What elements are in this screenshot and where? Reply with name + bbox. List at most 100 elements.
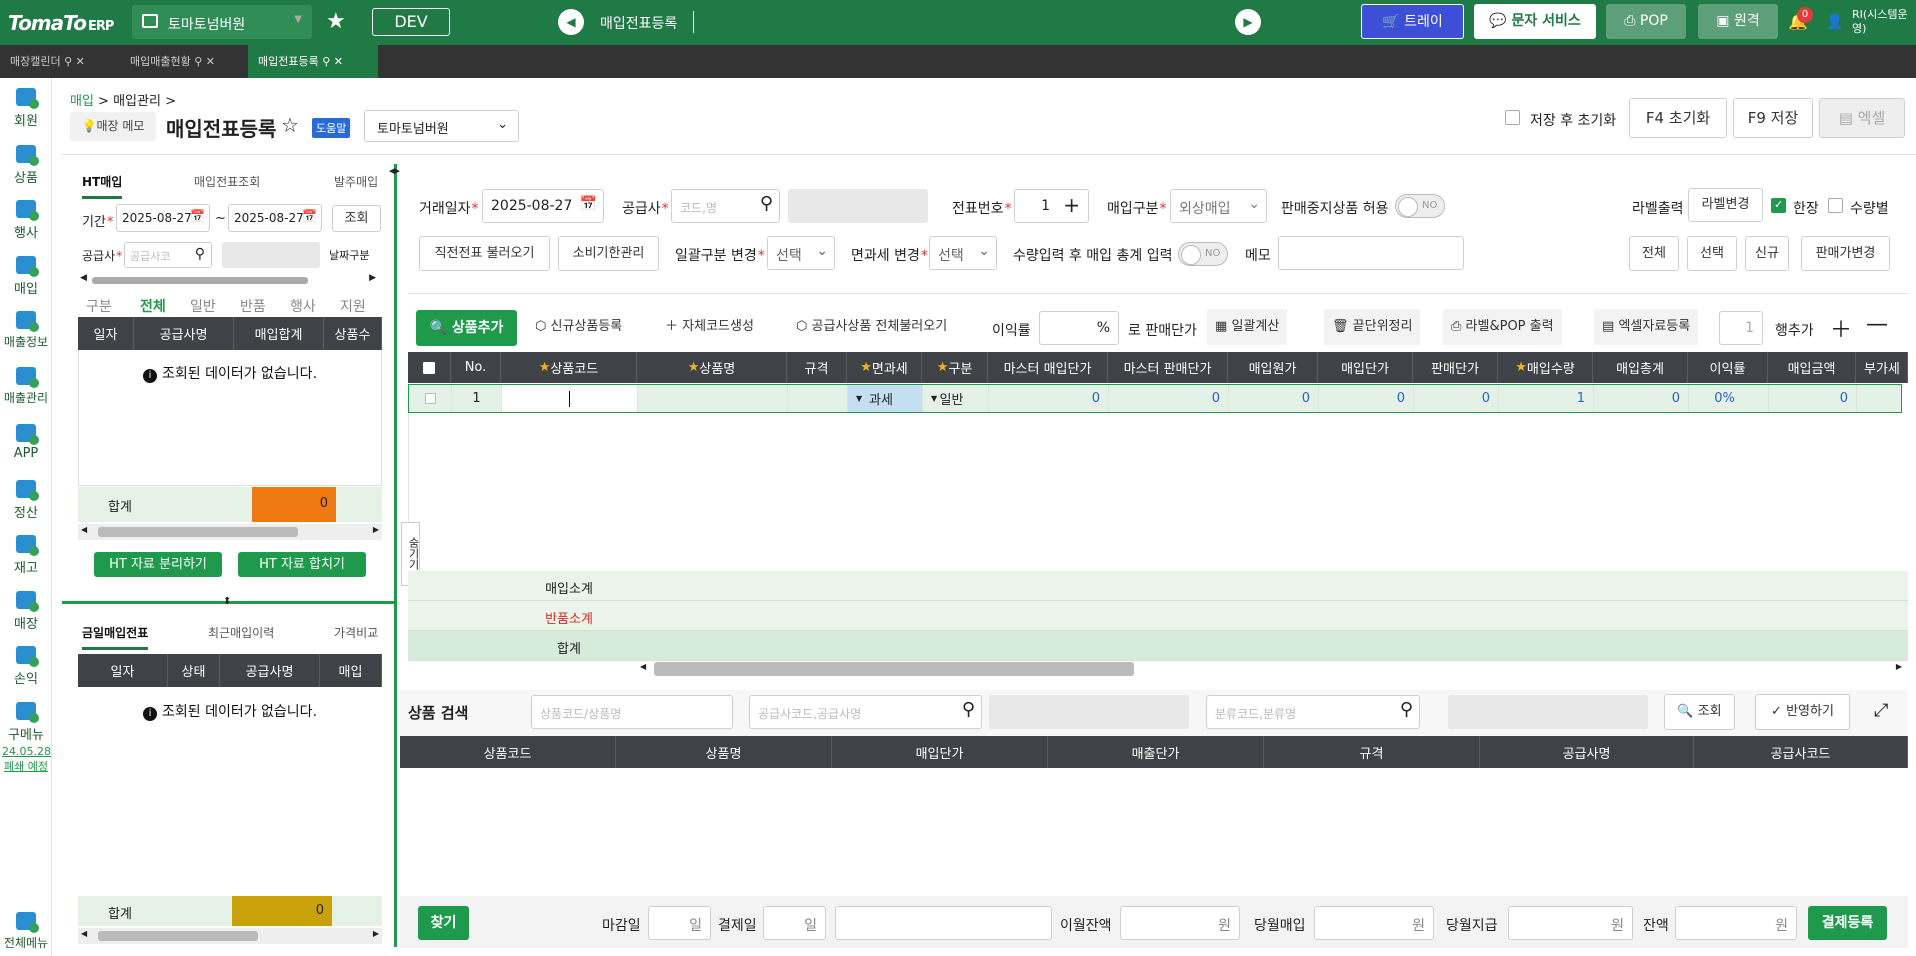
month-pay-input[interactable]: 원 — [1508, 906, 1633, 940]
col-sell-price[interactable]: 매출단가 — [1048, 736, 1264, 768]
settle-register-button[interactable]: 결제등록 — [1808, 906, 1887, 940]
sidenav-item-stock[interactable]: 재고 — [0, 535, 52, 576]
col-supplier[interactable]: 공급사명 — [220, 654, 320, 687]
row-checkbox[interactable] — [409, 385, 452, 412]
filter-all[interactable]: 전체 — [140, 296, 166, 316]
left-table2-scrollbar[interactable]: ◀ ▶ — [78, 928, 382, 944]
qty-total-toggle[interactable]: NO — [1178, 242, 1228, 266]
favorite-icon[interactable]: ☆ — [281, 113, 299, 137]
col-supplier-name[interactable]: 공급사명 — [1480, 736, 1694, 768]
tab-price-compare[interactable]: 가격비교 — [334, 624, 378, 641]
sidenav-item-old-menu[interactable]: 구메뉴 — [0, 702, 52, 743]
find-button[interactable]: 찾기 — [418, 906, 469, 940]
label-pop-button[interactable]: ⎙ 라벨&POP 출력 — [1443, 309, 1562, 345]
bulk-calc-button[interactable]: ▦ 일괄계산 — [1207, 309, 1288, 345]
tray-button[interactable]: 🛒 트레이 — [1361, 4, 1464, 39]
ht-merge-button[interactable]: HT 자료 합치기 — [238, 552, 366, 577]
col-date[interactable]: 일자 — [78, 654, 168, 687]
left-table-scrollbar[interactable]: ◀ ▶ — [78, 524, 382, 540]
f4-reset-button[interactable]: F4 초기화 — [1629, 98, 1727, 138]
sidenav-item-app[interactable]: APP — [0, 424, 52, 461]
sidenav-item-member[interactable]: 회원 — [0, 88, 52, 129]
help-badge[interactable]: 도움말 — [312, 118, 351, 138]
pay-day-input[interactable]: 일 — [763, 906, 826, 940]
tab-ht-purchase[interactable]: HT매입 — [82, 173, 123, 199]
supplier-code-input[interactable]: 코드,명 ⚲ — [671, 189, 780, 223]
grid-row[interactable]: 1 ▼ 과세 ▼ 일반 0 0 0 0 0 1 0 0% 0 — [408, 384, 1902, 413]
col-supplier[interactable]: 공급사명 — [134, 317, 234, 350]
select-all-checkbox[interactable] — [408, 352, 451, 383]
remote-button[interactable]: ▣ 원격 — [1698, 4, 1778, 39]
supplier-search-input[interactable]: 공급사코드,공급사명 ⚲ — [749, 695, 982, 729]
tab-today-slip[interactable]: 금일매입전표 — [82, 624, 149, 650]
cleanup-button[interactable]: 🗑 끝단위정리 — [1324, 309, 1421, 345]
col-spec[interactable]: 규격 — [1264, 736, 1480, 768]
search-icon[interactable]: ⚲ — [962, 699, 975, 720]
balance-input[interactable]: 원 — [1675, 906, 1797, 940]
grid-scrollbar[interactable]: ◀ ▶ — [640, 661, 1902, 677]
date-to-input[interactable]: 2025-08-27 📅 — [228, 204, 322, 232]
app-logo[interactable]: TomaTo ERP — [8, 11, 114, 35]
sms-service-button[interactable]: 💬 문자 서비스 — [1474, 4, 1596, 39]
tab-store-calendar[interactable]: 매장캘린더 ⚲ ✕ — [0, 45, 118, 78]
filter-normal[interactable]: 일반 — [190, 296, 216, 316]
col-status[interactable]: 상태 — [168, 654, 220, 687]
store-select[interactable]: 토마토넘버원 ⌄ — [364, 110, 519, 142]
carry-balance-input[interactable]: 원 — [1120, 906, 1240, 940]
sidenav-item-purchase[interactable]: 매입 — [0, 256, 52, 297]
col-tax-type[interactable]: ★ 면과세 — [847, 352, 922, 383]
spec-cell[interactable] — [788, 385, 848, 412]
amount-cell[interactable]: 0 — [1769, 385, 1857, 412]
back-icon[interactable]: ◀ — [558, 9, 584, 35]
close-day-input[interactable]: 일 — [648, 906, 711, 940]
margin-cell[interactable]: 0% — [1689, 385, 1769, 412]
left-search-button[interactable]: 조회 — [332, 205, 381, 232]
select-button[interactable]: 선택 — [1687, 236, 1737, 271]
sidenav-item-event[interactable]: 행사 — [0, 200, 52, 241]
sidenav-item-sales-info[interactable]: 매출정보 — [0, 311, 52, 350]
filter-event[interactable]: 행사 — [290, 296, 316, 316]
tab-purchase-slip[interactable]: 매입전표등록 ⚲ ✕ — [248, 45, 378, 78]
user-icon[interactable]: 👤 — [1826, 14, 1843, 30]
col-qty[interactable]: ★ 매입수량 — [1498, 352, 1593, 383]
search-icon[interactable]: ⚲ — [1400, 699, 1413, 720]
sidenav-item-product[interactable]: 상품 — [0, 145, 52, 186]
cost-cell[interactable]: 0 — [1229, 385, 1319, 412]
close-icon[interactable]: ✕ — [76, 55, 85, 68]
filter-support[interactable]: 지원 — [340, 296, 366, 316]
add-row-plus-icon[interactable]: ＋ — [1830, 312, 1852, 344]
tab-slip-lookup[interactable]: 매입전표조회 — [194, 173, 260, 190]
col-spec[interactable]: 규격 — [787, 352, 847, 383]
allow-stop-toggle[interactable]: NO — [1395, 194, 1445, 218]
all-button[interactable]: 전체 — [1629, 236, 1679, 271]
master-buy-cell[interactable]: 0 — [989, 385, 1109, 412]
breadcrumb-purchase-manage[interactable]: 매입관리 — [113, 94, 161, 109]
price-change-button[interactable]: 판매가변경 — [1801, 236, 1890, 271]
per-qty-checkbox[interactable] — [1828, 198, 1843, 213]
margin-input[interactable]: % — [1039, 311, 1119, 345]
slip-no-input[interactable]: 1 + — [1014, 189, 1089, 223]
category-search-input[interactable]: 분류코드,분류명 ⚲ — [1206, 695, 1420, 729]
product-code-cell[interactable] — [502, 385, 638, 412]
tab-order-purchase[interactable]: 발주매입 — [334, 173, 378, 190]
product-search-button[interactable]: 🔍 조회 — [1664, 694, 1735, 730]
expand-icon[interactable]: ⤢ — [1874, 700, 1888, 721]
kind-cell[interactable]: ▼ 일반 — [923, 385, 989, 412]
collapse-arrow-icon[interactable]: ◂▸ — [389, 164, 400, 177]
col-date[interactable]: 일자 — [78, 317, 134, 350]
resize-handle-icon[interactable]: ⬍ — [223, 596, 231, 607]
pop-button[interactable]: ⎙ POP — [1606, 4, 1686, 39]
col-buy-price[interactable]: 매입단가 — [1318, 352, 1413, 383]
play-icon[interactable]: ▶ — [1235, 9, 1261, 35]
bulk-type-select[interactable]: 선택 ⌄ — [767, 236, 835, 270]
tax-type-cell[interactable]: ▼ 과세 — [848, 385, 923, 412]
row-count-input[interactable]: 1 — [1719, 311, 1763, 345]
sidenav-item-sales-manage[interactable]: 매출관리 — [0, 367, 52, 406]
f9-save-button[interactable]: F9 저장 — [1733, 98, 1813, 138]
col-cost[interactable]: 매입원가 — [1228, 352, 1318, 383]
pay-note-input[interactable] — [835, 906, 1052, 940]
user-name[interactable]: RI(시스템운영) — [1852, 8, 1908, 36]
col-item-count[interactable]: 상품수 — [324, 317, 382, 350]
product-name-cell[interactable] — [638, 385, 788, 412]
sell-price-cell[interactable]: 0 — [1414, 385, 1499, 412]
